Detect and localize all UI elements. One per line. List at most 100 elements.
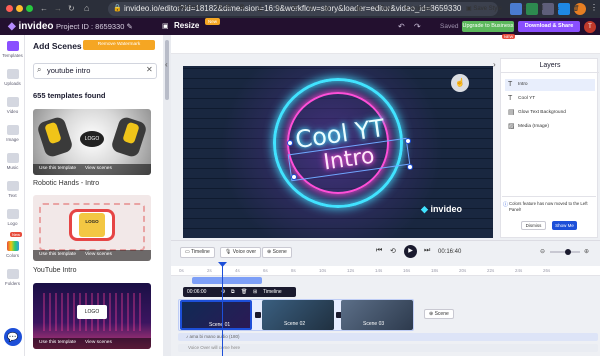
show-me-button[interactable]: Show Me (552, 221, 577, 230)
scene-thumbnail[interactable]: Scene 01 (180, 300, 252, 330)
skip-forward-icon[interactable]: ⏭ (424, 247, 430, 255)
transition-icon[interactable] (255, 312, 261, 318)
search-input[interactable]: youtube intro (47, 66, 90, 75)
add-scene-top-button[interactable]: ⊕ Scene (262, 247, 292, 258)
fill-color-icon[interactable]: ◐ (340, 5, 344, 11)
zoom-slider-thumb[interactable] (565, 249, 571, 255)
rail-item-colors[interactable]: Colors (0, 238, 25, 266)
clip-timeline-label[interactable]: Timeline (263, 287, 282, 297)
resize-handle[interactable] (291, 174, 297, 180)
duplicate-icon[interactable]: ❐ (538, 5, 543, 12)
maximize-window-icon[interactable] (26, 5, 33, 12)
rail-item-logo[interactable]: Logo (0, 206, 25, 234)
thumbnail-actions: Use this template View scenes (33, 164, 151, 175)
voice-over-button[interactable]: 🎙 Voice over (220, 247, 262, 258)
view-scenes-button[interactable]: View scenes (85, 252, 112, 257)
download-share-button[interactable]: Download & Share (518, 21, 580, 32)
upgrade-button[interactable]: Upgrade to Business (462, 21, 514, 32)
playhead[interactable] (222, 262, 223, 356)
template-thumbnail[interactable]: LOGO Use this template View scenes (33, 195, 151, 261)
clip-delete-icon[interactable]: 🗑 (241, 287, 247, 297)
play-button[interactable]: ▶ (404, 245, 417, 258)
video-canvas[interactable]: Cool YT Intro ☝ ◆ invideo (183, 66, 493, 238)
scene-thumbnail[interactable]: Scene 02 (262, 300, 334, 330)
dismiss-button[interactable]: Dismiss (521, 221, 546, 230)
extension-icon[interactable] (510, 3, 522, 15)
spacing-icon[interactable]: ⇅ (308, 5, 313, 12)
resize-handle[interactable] (407, 164, 413, 170)
align-icon[interactable]: ≡ (276, 5, 280, 11)
rail-item-uploads[interactable]: Uploads (0, 66, 25, 94)
font-size-input[interactable]: 99.35 (216, 5, 231, 11)
delete-icon[interactable]: 🗑 (572, 5, 580, 12)
scrollbar-thumb[interactable] (165, 40, 169, 100)
text-color-icon[interactable]: A (258, 5, 262, 11)
template-thumbnail[interactable]: LOGO Use this template View scenes (33, 283, 151, 349)
bold-icon[interactable]: B (240, 5, 244, 11)
clip-timeline-icon[interactable]: ⊞ (253, 287, 257, 297)
rail-item-image[interactable]: Image (0, 122, 25, 150)
chat-icon[interactable]: 💬 (4, 328, 22, 346)
rail-item-video[interactable]: Video (0, 94, 25, 122)
remove-watermark-button[interactable]: Remove Watermark (83, 40, 155, 50)
timeline-toggle-button[interactable]: ▭ Timeline (180, 247, 215, 258)
reload-icon[interactable]: ↻ (68, 4, 75, 13)
copy-icon[interactable]: ⧉ (522, 5, 526, 12)
scene-thumbnail[interactable]: Scene 03 (341, 300, 413, 330)
more-icon[interactable]: ⊞ (588, 5, 593, 12)
edit-pencil-icon[interactable]: ✎ (126, 22, 132, 31)
list-icon[interactable]: ☰ (292, 5, 297, 12)
resize-button[interactable]: Resize (174, 21, 199, 30)
layer-item[interactable]: T Intro (505, 79, 595, 91)
url-bar[interactable]: 🔒 invideo.io/editor?id=18182&dimension=1… (108, 2, 498, 16)
extension-icon[interactable] (526, 3, 538, 15)
view-scenes-button[interactable]: View scenes (85, 340, 112, 345)
undo-icon[interactable]: ↶ (398, 22, 405, 31)
forward-arrow-icon[interactable]: → (54, 4, 62, 13)
resize-handle[interactable] (287, 140, 293, 146)
skip-back-icon[interactable]: ⏮ (376, 247, 382, 255)
clear-search-icon[interactable]: ✕ (146, 65, 153, 74)
view-scenes-button[interactable]: View scenes (85, 166, 112, 171)
add-scene-button[interactable]: ⊕ Scene (424, 309, 454, 319)
extension-icon[interactable] (542, 3, 554, 15)
user-avatar[interactable]: T (584, 21, 596, 33)
app-logo[interactable]: ◆ invideo (8, 21, 54, 32)
resize-handle[interactable] (405, 138, 411, 144)
rail-item-music[interactable]: Music (0, 150, 25, 178)
voiceover-placeholder-track[interactable]: Voice Over will come here (178, 344, 598, 352)
back-arrow-icon[interactable]: ← (40, 4, 48, 13)
minimize-window-icon[interactable] (16, 5, 23, 12)
resize-icon[interactable]: ▣ (162, 22, 169, 30)
loop-icon[interactable]: ⟲ (390, 247, 396, 255)
close-window-icon[interactable] (6, 5, 13, 12)
collapse-left-icon[interactable]: ‹ (165, 60, 168, 69)
use-template-button[interactable]: Use this template (39, 340, 76, 345)
redo-icon[interactable]: ↷ (414, 22, 421, 31)
audio-clip[interactable] (192, 277, 262, 284)
text-tool-button[interactable]: ✎ Text (374, 5, 392, 12)
rail-item-folders[interactable]: Folders (0, 266, 25, 294)
zoom-out-icon[interactable]: ⊖ (540, 248, 545, 255)
home-icon[interactable]: ⌂ (84, 3, 89, 13)
layer-item[interactable]: T Cool YT (505, 93, 595, 105)
layer-order-icon[interactable]: ▤ (324, 5, 330, 12)
rail-item-text[interactable]: Text (0, 178, 25, 206)
use-template-button[interactable]: Use this template (39, 166, 76, 171)
rail-item-templates[interactable]: Templates (0, 38, 25, 66)
layer-item[interactable]: ▨ Media (Image) (505, 121, 595, 133)
save-style-button[interactable]: ▣ Save Style (466, 5, 502, 12)
font-button[interactable]: Aa Font (178, 5, 199, 11)
clip-copy-icon[interactable]: ⧉ (231, 287, 235, 297)
use-template-button[interactable]: Use this template (39, 252, 76, 257)
opacity-icon[interactable]: ▦ (356, 5, 362, 12)
text-icon (6, 181, 19, 191)
animate-button[interactable]: ✦ Animate (404, 5, 432, 12)
flip-icon[interactable]: ⇆ (554, 5, 559, 12)
collapse-right-icon[interactable]: › (493, 60, 496, 69)
layer-item[interactable]: ▤ Glow Text Background (505, 107, 595, 119)
template-thumbnail[interactable]: LOGO Use this template View scenes (33, 109, 151, 175)
voiceover-track[interactable]: ♪ ama bi mano audio (180) (178, 333, 598, 341)
extension-icon[interactable] (558, 3, 570, 15)
zoom-in-icon[interactable]: ⊕ (584, 248, 589, 255)
